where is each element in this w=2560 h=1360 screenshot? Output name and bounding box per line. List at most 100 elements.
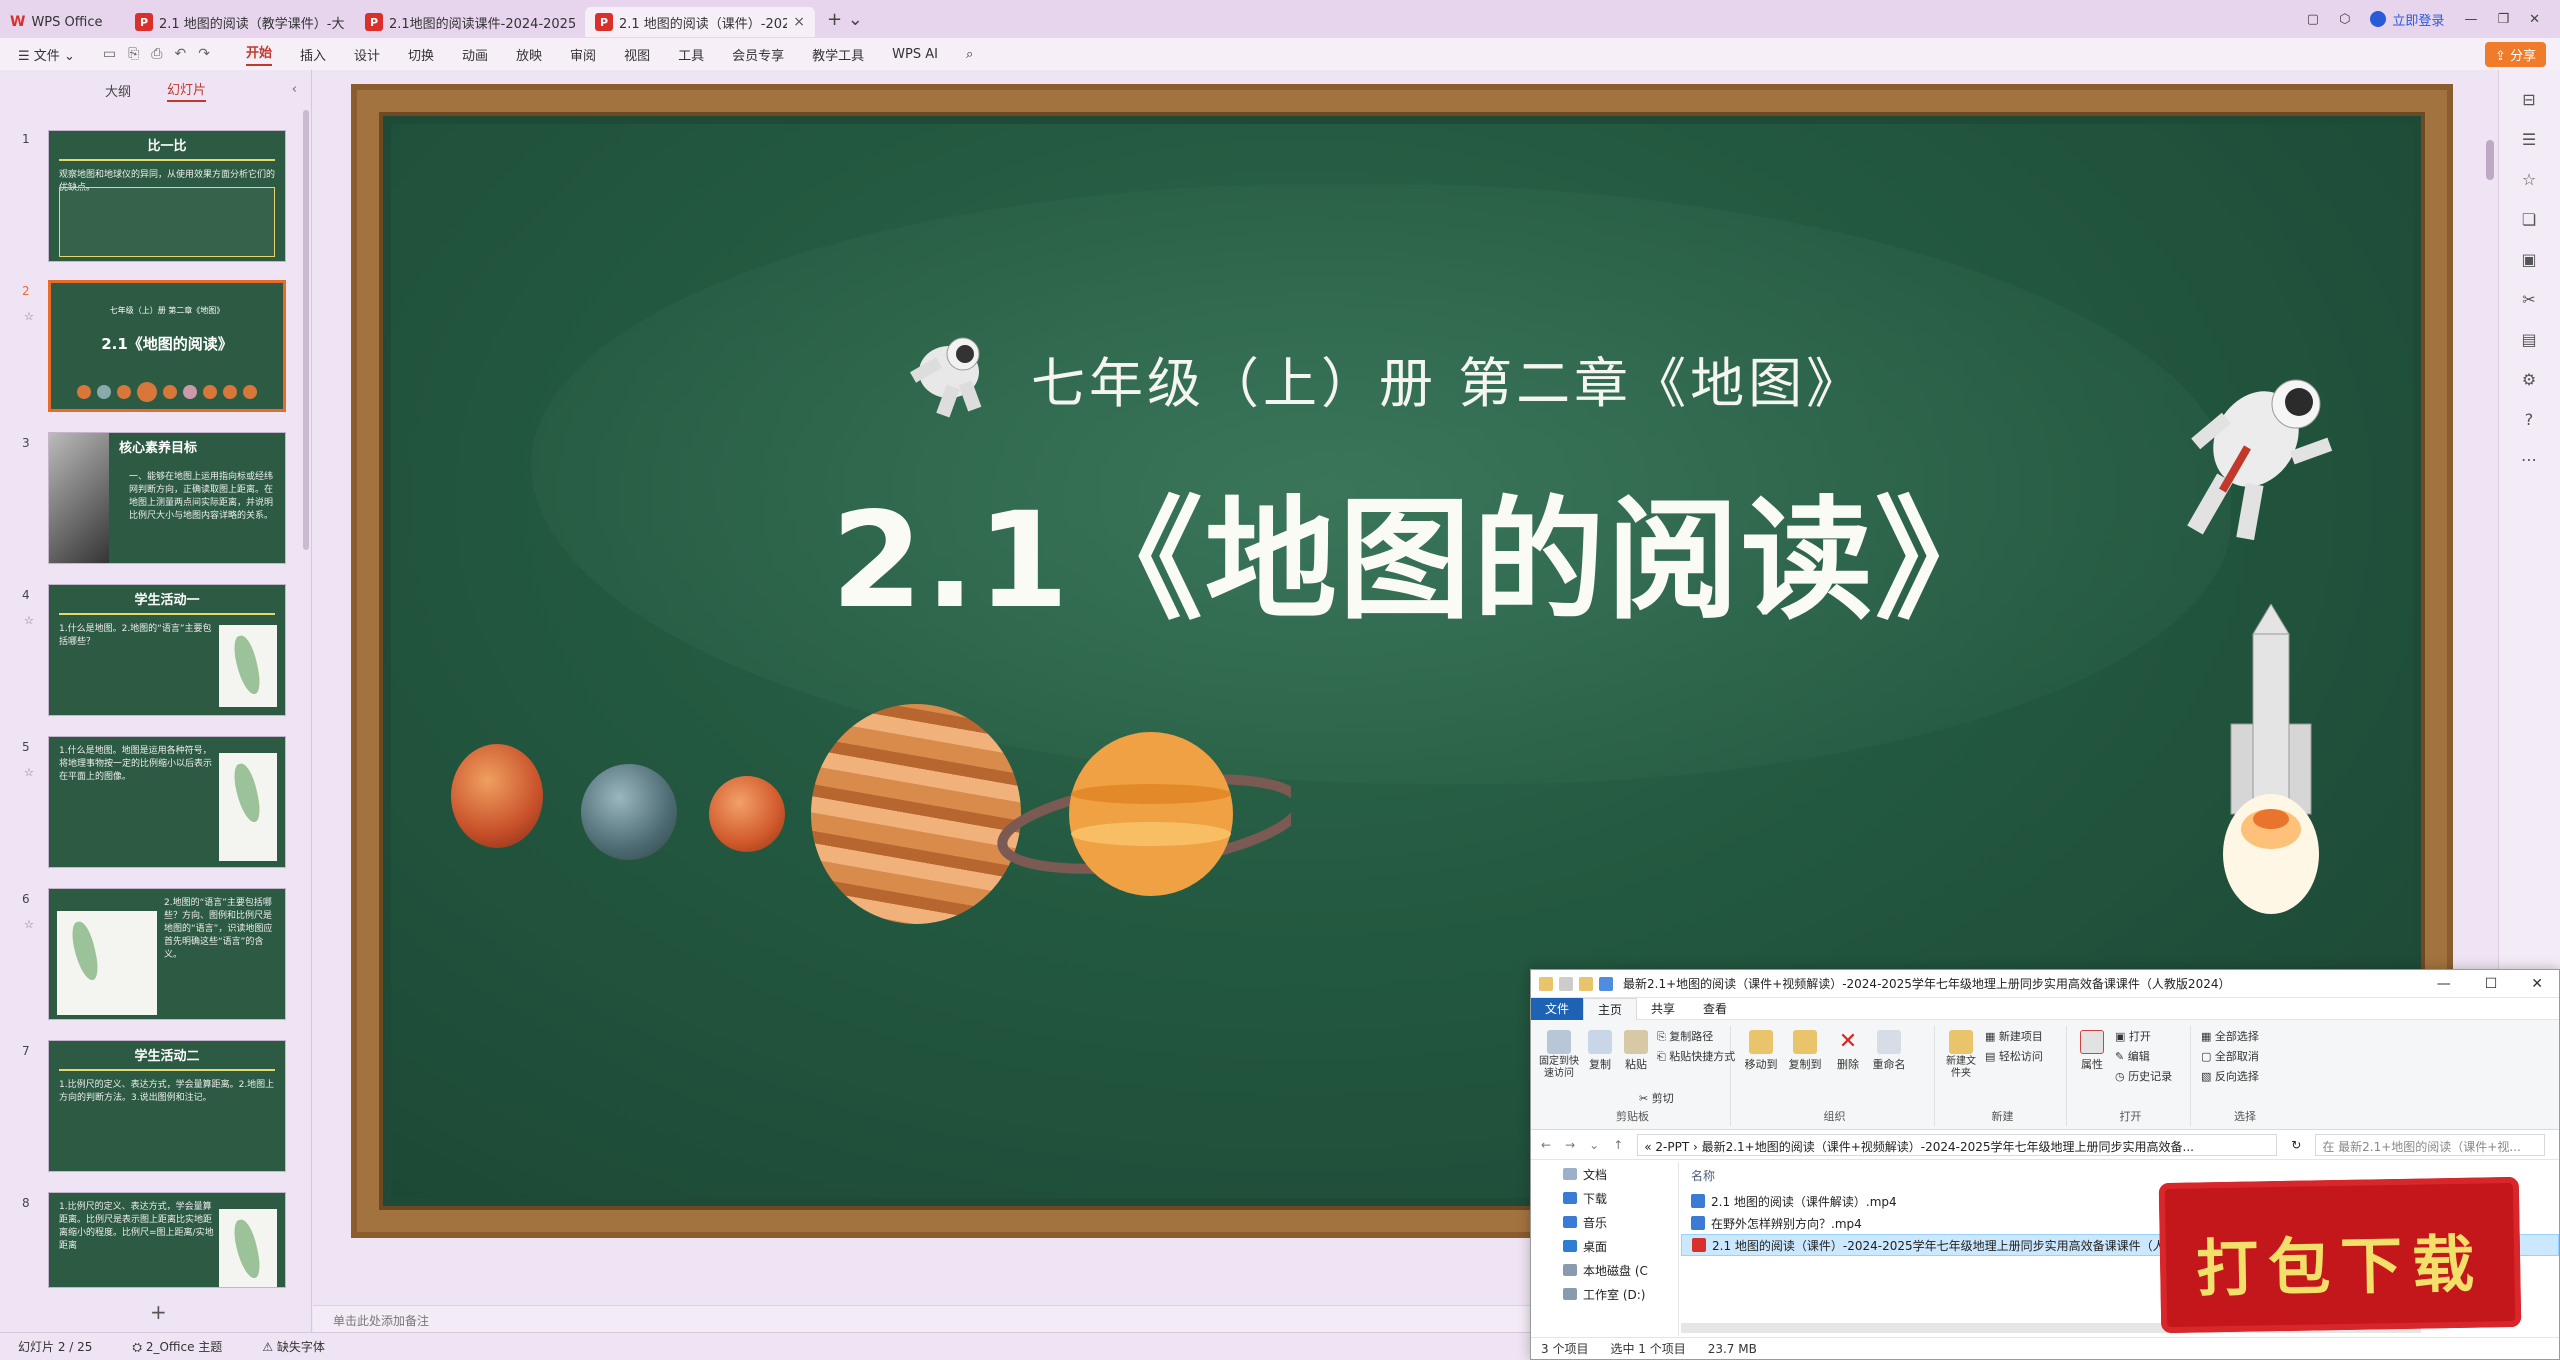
more-icon[interactable]: ⋯ — [2519, 450, 2539, 470]
cut-button[interactable]: ✂ 剪切 — [1639, 1090, 1674, 1106]
tab-view[interactable]: 查看 — [1689, 998, 1741, 1020]
open-icon[interactable]: ⎘ — [128, 46, 139, 62]
sidebar-expand-icon[interactable]: ⊟ — [2519, 90, 2539, 110]
select-none-button[interactable]: ▢ 全部取消 — [2201, 1048, 2259, 1064]
menu-item-design[interactable]: 设计 — [354, 45, 380, 64]
star-icon[interactable]: ☆ — [24, 766, 34, 779]
slide-thumbnail-4[interactable]: 学生活动一 1.什么是地图。2.地图的“语言”主要包括哪些？ — [48, 584, 286, 716]
delete-button[interactable]: ✕ 删除 — [1831, 1030, 1865, 1072]
search-icon[interactable]: ⌕ — [966, 47, 973, 62]
copy-to-button[interactable]: 复制到 — [1785, 1030, 1825, 1072]
menu-item-insert[interactable]: 插入 — [300, 45, 326, 64]
slide-thumbnail-5[interactable]: 1.什么是地图。地图是运用各种符号，将地理事物按一定的比例缩小以后表示在平面上的… — [48, 736, 286, 868]
invert-selection-button[interactable]: ▧ 反向选择 — [2201, 1068, 2259, 1084]
minimize-icon[interactable]: — — [2437, 976, 2451, 992]
menu-item-review[interactable]: 审阅 — [570, 45, 596, 64]
search-input[interactable]: 在 最新2.1+地图的阅读（课件+视... — [2315, 1133, 2546, 1156]
slide-thumbnail-1[interactable]: 比一比 观察地图和地球仪的异同，从使用效果方面分析它们的优缺点。 — [48, 130, 286, 262]
undo-icon[interactable]: ↶ — [174, 46, 186, 62]
new-folder-icon[interactable] — [1579, 976, 1593, 991]
menu-item-transition[interactable]: 切换 — [408, 45, 434, 64]
undo-icon[interactable] — [1599, 976, 1613, 991]
new-tab-button[interactable]: + ⌄ — [827, 9, 863, 30]
copy-icon[interactable]: ❏ — [2519, 210, 2539, 230]
file-menu[interactable]: ☰ 文件 ⌄ — [18, 45, 75, 64]
tab-outline[interactable]: 大纲 — [105, 81, 131, 100]
rename-button[interactable]: 重命名 — [1869, 1030, 1909, 1072]
copy-path-button[interactable]: ⎘ 复制路径 — [1657, 1028, 1713, 1044]
nav-local-disk-c[interactable]: 本地磁盘 (C — [1531, 1258, 1678, 1282]
collapse-panel-icon[interactable]: ‹ — [292, 82, 297, 97]
sliders-icon[interactable]: ☰ — [2519, 130, 2539, 150]
paste-button[interactable]: 粘贴 — [1619, 1030, 1653, 1072]
slide-thumbnail-2[interactable]: 七年级（上）册 第二章《地图》 2.1《地图的阅读》 — [48, 280, 286, 412]
tab-share[interactable]: 共享 — [1637, 998, 1689, 1020]
menu-item-view[interactable]: 视图 — [624, 45, 650, 64]
easy-access-button[interactable]: ▤ 轻松访问 — [1985, 1048, 2043, 1064]
select-all-button[interactable]: ▦ 全部选择 — [2201, 1028, 2259, 1044]
address-bar[interactable]: « 2-PPT › 最新2.1+地图的阅读（课件+视频解读）-2024-2025… — [1637, 1133, 2278, 1156]
tab-file[interactable]: 文件 — [1531, 997, 1584, 1020]
back-icon[interactable]: ← — [1541, 1138, 1551, 1152]
minimize-icon[interactable]: — — [2464, 12, 2477, 27]
panel-scrollbar[interactable] — [303, 110, 309, 550]
menu-item-home[interactable]: 开始 — [245, 42, 272, 66]
menu-item-wps-ai[interactable]: WPS AI — [892, 47, 938, 62]
download-package-stamp[interactable]: 打包下载 — [2158, 1176, 2522, 1334]
close-icon[interactable]: × — [793, 14, 805, 30]
move-to-button[interactable]: 移动到 — [1741, 1030, 1781, 1072]
menu-item-member[interactable]: 会员专享 — [732, 45, 784, 64]
nav-desktop[interactable]: 桌面 — [1531, 1234, 1678, 1258]
maximize-icon[interactable]: ❐ — [2497, 12, 2509, 27]
tab-slides[interactable]: 幻灯片 — [167, 79, 207, 102]
menu-item-animation[interactable]: 动画 — [462, 45, 488, 64]
nav-music[interactable]: 音乐 — [1531, 1210, 1678, 1234]
folder-icon[interactable] — [1539, 976, 1553, 991]
paste-shortcut-button[interactable]: ⎗ 粘贴快捷方式 — [1657, 1048, 1735, 1064]
properties-button[interactable]: 属性 — [2075, 1030, 2109, 1072]
layout-icon[interactable]: ▢ — [2307, 12, 2319, 27]
login-button[interactable]: 立即登录 — [2370, 10, 2444, 29]
forward-icon[interactable]: → — [1565, 1138, 1575, 1152]
cube-icon[interactable]: ⬡ — [2339, 12, 2350, 27]
missing-font[interactable]: ⚠ 缺失字体 — [262, 1338, 325, 1355]
theme-name[interactable]: ⛭ 2_Office 主题 — [132, 1338, 222, 1355]
nav-downloads[interactable]: 下载 — [1531, 1186, 1678, 1210]
tab-wps-home[interactable]: W WPS Office — [0, 7, 125, 37]
print-icon[interactable]: ⎙ — [151, 46, 162, 62]
save-icon[interactable]: ▭ — [103, 46, 116, 62]
copy-button[interactable]: 复制 — [1583, 1030, 1617, 1072]
slide-thumbnail-7[interactable]: 学生活动二 1.比例尺的定义、表达方式，学会量算距离。2.地图上方向的判断方法。… — [48, 1040, 286, 1172]
menu-item-tools[interactable]: 工具 — [678, 45, 704, 64]
tab-document-3[interactable]: P 2.1 地图的阅读（课件）-2024 × — [585, 7, 815, 37]
star-icon[interactable]: ☆ — [24, 310, 34, 323]
menu-item-teaching-tools[interactable]: 教学工具 — [812, 45, 864, 64]
close-icon[interactable]: ✕ — [2531, 976, 2543, 992]
properties-icon[interactable] — [1559, 976, 1573, 991]
tab-document-2[interactable]: P 2.1地图的阅读课件-2024-2025学年 — [355, 7, 585, 37]
tab-home[interactable]: 主页 — [1583, 997, 1638, 1020]
help-icon[interactable]: ? — [2519, 410, 2539, 430]
slide-thumbnail-3[interactable]: 核心素养目标 一、能够在地图上运用指向标或经纬网判断方向，正确读取图上距离。在地… — [48, 432, 286, 564]
explorer-titlebar[interactable]: 最新2.1+地图的阅读（课件+视频解读）-2024-2025学年七年级地理上册同… — [1531, 970, 2559, 998]
tools-icon[interactable]: ✂ — [2519, 290, 2539, 310]
nav-workspace-d[interactable]: 工作室 (D:) — [1531, 1282, 1678, 1306]
maximize-icon[interactable]: ☐ — [2485, 976, 2498, 992]
close-window-icon[interactable]: ✕ — [2529, 12, 2540, 27]
star-icon[interactable]: ☆ — [2519, 170, 2539, 190]
slide-subtitle[interactable]: 七年级（上）册 第二章《地图》 — [1031, 339, 1864, 418]
pin-button[interactable]: 固定到快速访问 — [1539, 1030, 1579, 1080]
settings-icon[interactable]: ⚙ — [2519, 370, 2539, 390]
menu-item-slideshow[interactable]: 放映 — [516, 45, 542, 64]
tab-document-1[interactable]: P 2.1 地图的阅读（教学课件）-大单元 — [125, 7, 355, 37]
new-folder-button[interactable]: 新建文件夹 — [1943, 1030, 1979, 1080]
refresh-icon[interactable]: ↻ — [2291, 1138, 2301, 1152]
add-slide-button[interactable]: + — [150, 1300, 167, 1324]
dropdown-icon[interactable]: ⌄ — [1589, 1138, 1599, 1152]
edit-button[interactable]: ✎ 编辑 — [2115, 1048, 2150, 1064]
book-icon[interactable]: ▤ — [2519, 330, 2539, 350]
new-item-button[interactable]: ▦ 新建项目 — [1985, 1028, 2043, 1044]
up-icon[interactable]: ↑ — [1613, 1138, 1623, 1152]
redo-icon[interactable]: ↷ — [198, 46, 210, 62]
nav-documents[interactable]: 文档 — [1531, 1162, 1678, 1186]
